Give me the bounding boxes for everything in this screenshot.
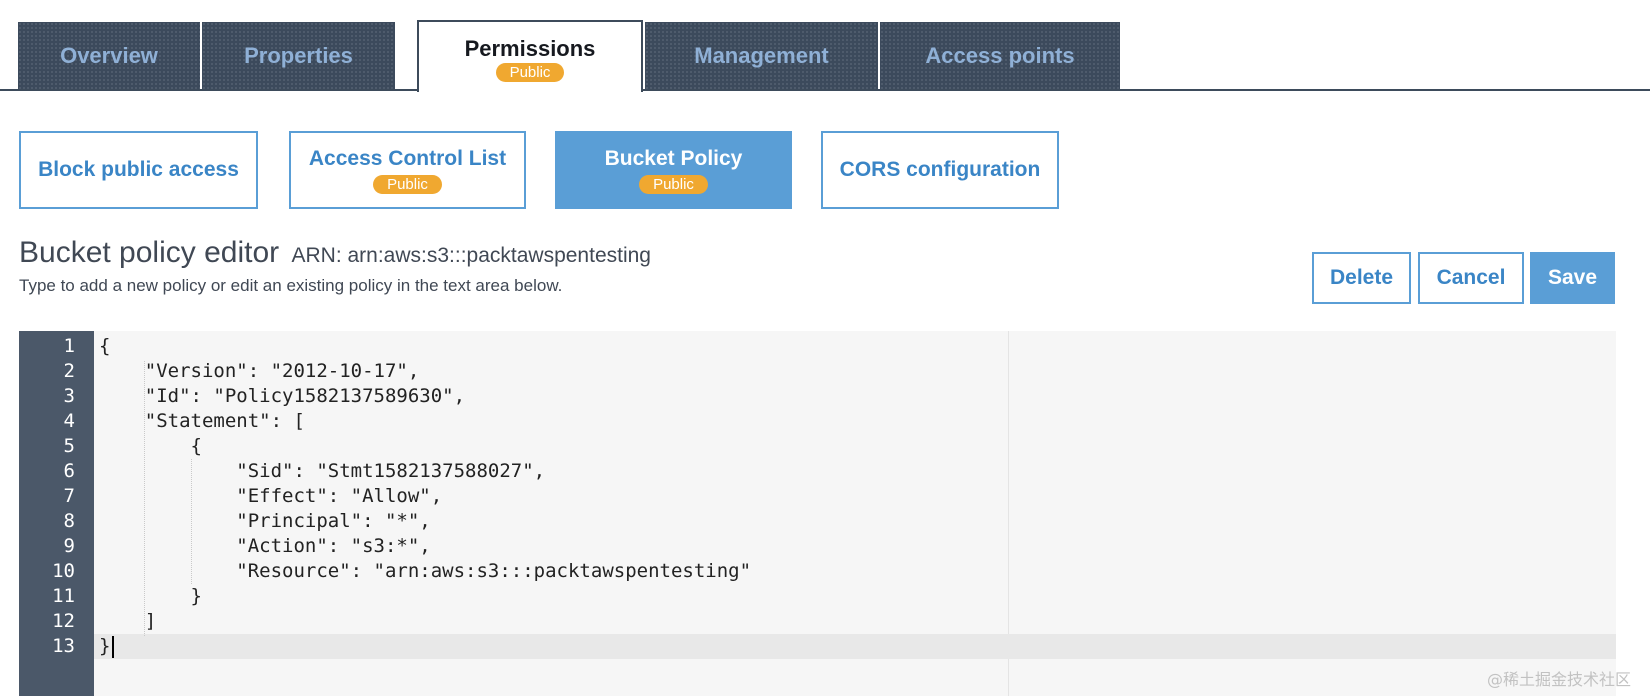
- text-cursor: [112, 636, 114, 658]
- tab-overview[interactable]: Overview: [18, 22, 202, 89]
- tab-label: Access points: [925, 42, 1075, 68]
- code-line: {: [99, 335, 111, 357]
- tab-permissions[interactable]: Permissions Public: [417, 20, 643, 92]
- code-line: "Id": "Policy1582137589630",: [99, 385, 466, 407]
- editor-description: Type to add a new policy or edit an exis…: [19, 276, 563, 295]
- code-line: "Action": "s3:*",: [99, 535, 431, 557]
- code-line: ]: [99, 610, 157, 632]
- code-line: }: [99, 585, 202, 607]
- line-number: 9: [63, 535, 75, 557]
- line-number: 5: [63, 435, 75, 457]
- public-badge: Public: [495, 63, 565, 82]
- tab-access-points[interactable]: Access points: [880, 22, 1122, 89]
- line-number-gutter: 1 2 3 4 5 6 7 8 9 10 11 12 13: [19, 331, 94, 696]
- line-number: 10: [52, 560, 75, 582]
- tab-label: Management: [694, 42, 829, 68]
- line-number: 8: [63, 510, 75, 532]
- line-number: 13: [52, 635, 75, 657]
- subtab-label: Block public access: [38, 158, 239, 181]
- bucket-arn: ARN: arn:aws:s3:::packtawspentesting: [291, 244, 651, 267]
- subtab-block-public-access[interactable]: Block public access: [19, 131, 258, 209]
- code-line: "Effect": "Allow",: [99, 485, 443, 507]
- tab-label: Overview: [60, 42, 158, 68]
- save-button[interactable]: Save: [1530, 252, 1615, 304]
- public-badge: Public: [639, 174, 708, 194]
- line-number: 12: [52, 610, 75, 632]
- line-number: 6: [63, 460, 75, 482]
- policy-code-editor[interactable]: 1 2 3 4 5 6 7 8 9 10 11 12 13 { "Version…: [19, 331, 1616, 696]
- subtab-label: CORS configuration: [839, 158, 1041, 181]
- subtab-access-control-list[interactable]: Access Control List Public: [289, 131, 526, 209]
- code-line: "Sid": "Stmt1582137588027",: [99, 460, 546, 482]
- line-number: 1: [63, 335, 75, 357]
- tab-management[interactable]: Management: [645, 22, 880, 89]
- page-title: Bucket policy editor: [19, 236, 280, 269]
- line-number: 3: [63, 385, 75, 407]
- active-line-highlight: [94, 634, 1616, 659]
- code-line: "Version": "2012-10-17",: [99, 360, 420, 382]
- code-line: "Principal": "*",: [99, 510, 431, 532]
- delete-button[interactable]: Delete: [1312, 252, 1411, 304]
- code-line: {: [99, 435, 202, 457]
- code-line: "Statement": [: [99, 410, 305, 432]
- tab-properties[interactable]: Properties: [202, 22, 397, 89]
- editor-heading: Bucket policy editor ARN: arn:aws:s3:::p…: [19, 236, 651, 270]
- line-number: 4: [63, 410, 75, 432]
- subtab-cors-configuration[interactable]: CORS configuration: [821, 131, 1059, 209]
- line-number: 7: [63, 485, 75, 507]
- cancel-button[interactable]: Cancel: [1418, 252, 1524, 304]
- subtab-label: Access Control List: [308, 146, 507, 170]
- subtab-bucket-policy[interactable]: Bucket Policy Public: [555, 131, 792, 209]
- line-number: 11: [52, 585, 75, 607]
- watermark: @稀土掘金技术社区: [1486, 670, 1631, 689]
- subtab-label: Bucket Policy: [604, 146, 743, 170]
- public-badge: Public: [373, 174, 442, 194]
- tab-bar: Overview Properties Permissions Public M…: [0, 0, 1650, 92]
- tab-label: Permissions: [464, 36, 596, 61]
- tab-label: Properties: [244, 42, 353, 68]
- code-line: }: [99, 635, 111, 657]
- line-number: 2: [63, 360, 75, 382]
- tab-bar-divider: [0, 89, 1650, 91]
- code-line: "Resource": "arn:aws:s3:::packtawspentes…: [99, 560, 752, 582]
